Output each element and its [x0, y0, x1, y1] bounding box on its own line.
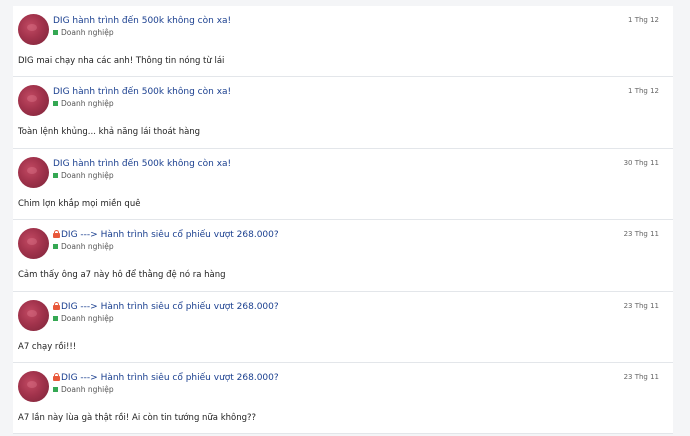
post-item: DIG ---> Hành trình siêu cổ phiếu vượt 2…: [13, 291, 673, 363]
post-title-link[interactable]: DIG hành trình đến 500k không còn xa!: [53, 87, 231, 97]
post-feed: DIG hành trình đến 500k không còn xa! Do…: [13, 6, 673, 435]
category-dot-icon: [53, 386, 58, 392]
category-label[interactable]: Doanh nghiệp: [53, 385, 114, 394]
post-date: 1 Thg 12: [628, 16, 659, 24]
avatar[interactable]: [18, 14, 49, 45]
post-date: 30 Thg 11: [623, 158, 659, 167]
category-dot-icon: [53, 172, 58, 178]
post-item: DIG hành trình đến 500k không còn xa! Do…: [13, 77, 673, 149]
post-date: 23 Thg 11: [623, 372, 659, 381]
post-content: Cảm thấy ông a7 này hô để thằng đệ nó ra…: [18, 270, 226, 281]
post-title-link[interactable]: DIG ---> Hành trình siêu cổ phiếu vượt 2…: [53, 301, 279, 312]
avatar[interactable]: [18, 228, 49, 260]
post-content: Chim lợn khắp mọi miền quê: [18, 198, 141, 209]
avatar[interactable]: [18, 299, 49, 331]
lock-icon: [53, 372, 60, 381]
lock-icon: [53, 301, 60, 310]
avatar[interactable]: [18, 370, 49, 402]
post-title-link[interactable]: DIG hành trình đến 500k không còn xa!: [53, 159, 231, 169]
avatar[interactable]: [18, 85, 49, 117]
post-content: Toàn lệnh khủng... khả năng lái thoát hà…: [18, 127, 201, 138]
post-date: 1 Thg 12: [628, 87, 659, 96]
category-dot-icon: [53, 315, 58, 321]
post-item: DIG ---> Hành trình siêu cổ phiếu vượt 2…: [13, 220, 673, 292]
category-dot-icon: [53, 101, 58, 107]
post-item: DIG hành trình đến 500k không còn xa! Do…: [13, 148, 673, 221]
category-label[interactable]: Doanh nghiệp: [53, 28, 114, 37]
post-date: 23 Thg 11: [623, 301, 659, 310]
post-item: DIG ---> Hành trình siêu cổ phiếu vượt 2…: [13, 362, 673, 435]
post-date: 23 Thg 11: [623, 230, 659, 239]
post-title-link[interactable]: DIG ---> Hành trình siêu cổ phiếu vượt 2…: [53, 230, 279, 240]
category-label[interactable]: Doanh nghiệp: [53, 314, 114, 323]
category-label[interactable]: Doanh nghiệp: [53, 171, 114, 180]
post-title-link[interactable]: DIG ---> Hành trình siêu cổ phiếu vượt 2…: [53, 372, 279, 383]
post-title-link[interactable]: DIG hành trình đến 500k không còn xa!: [53, 16, 231, 26]
category-label[interactable]: Doanh nghiệp: [53, 242, 114, 251]
category-dot-icon: [53, 30, 58, 35]
avatar[interactable]: [18, 156, 49, 188]
post-content: A7 lần này lùa gà thật rồi! Ai còn tin t…: [18, 412, 257, 423]
category-label[interactable]: Doanh nghiệp: [53, 99, 114, 108]
lock-icon: [53, 230, 60, 239]
post-content: DIG mai chạy nha các anh! Thông tin nóng…: [18, 56, 225, 66]
category-dot-icon: [53, 244, 58, 250]
post-content: A7 chạy rồi!!!: [18, 341, 77, 352]
post-item: DIG hành trình đến 500k không còn xa! Do…: [13, 6, 673, 78]
